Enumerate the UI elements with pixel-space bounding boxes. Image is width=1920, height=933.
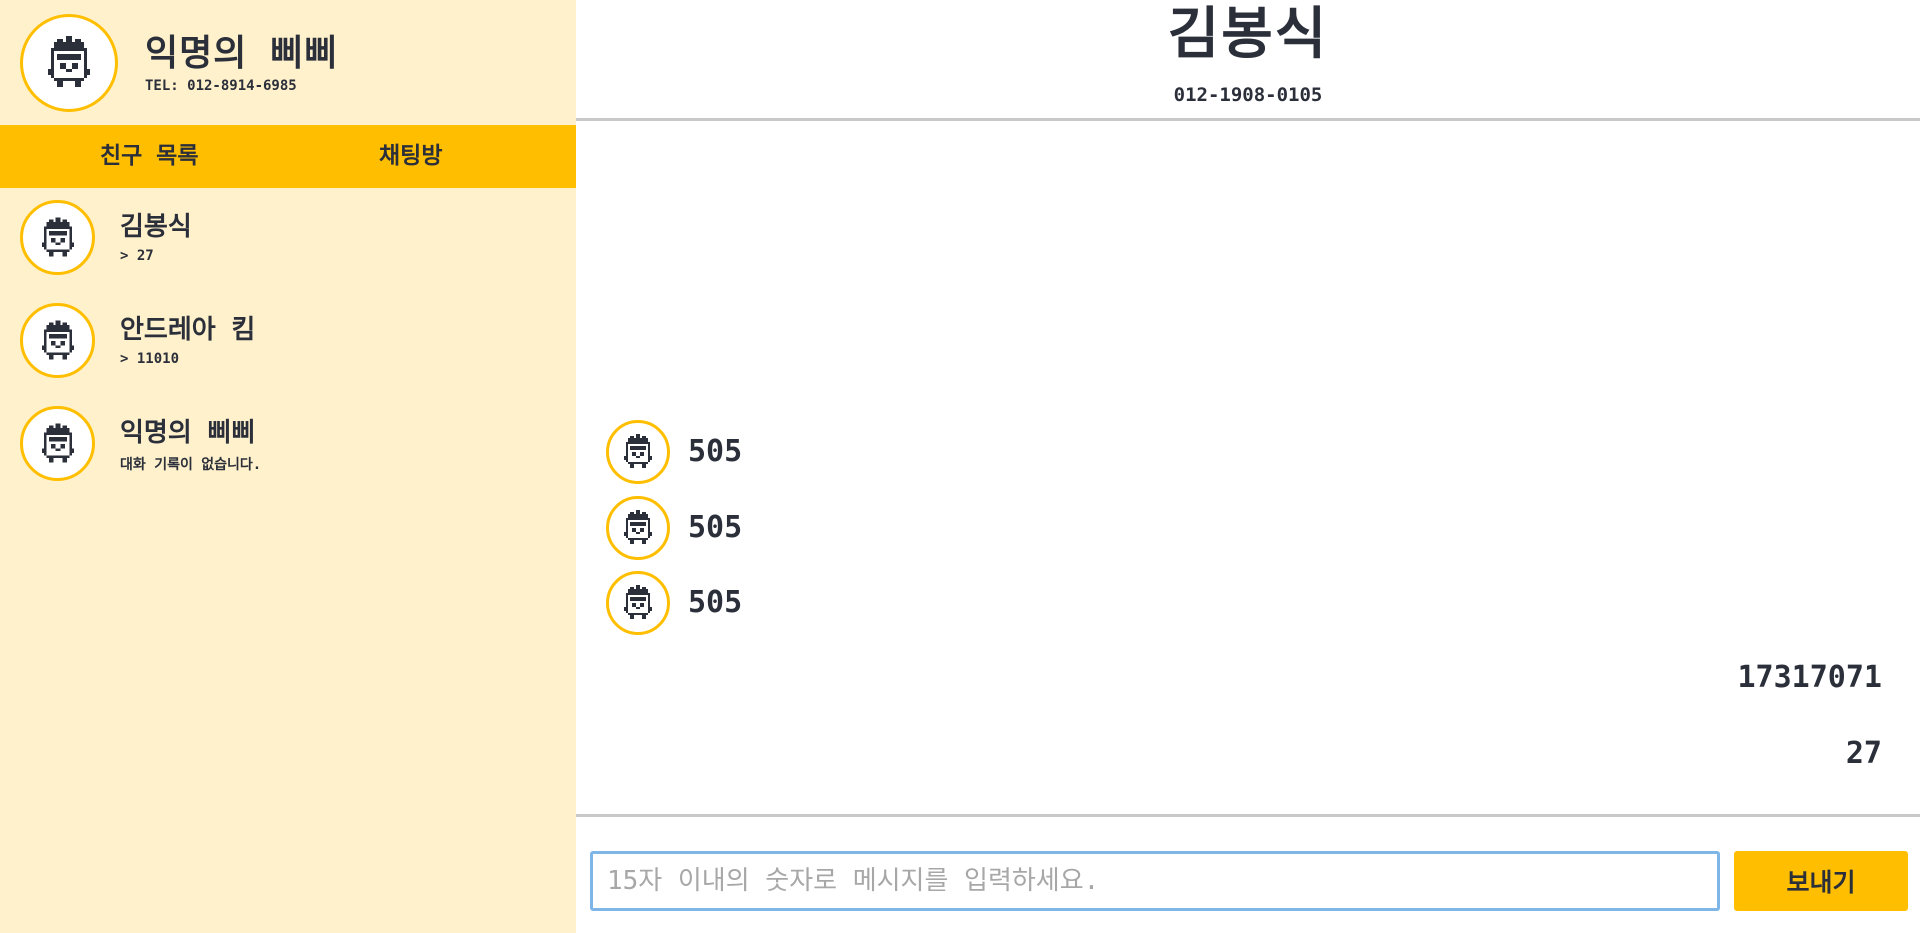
outgoing-message: 17317071 bbox=[1737, 660, 1883, 695]
my-avatar bbox=[20, 14, 118, 112]
message-composer: 보내기 bbox=[576, 814, 1920, 933]
message-input[interactable] bbox=[590, 851, 1720, 911]
pixel-robot-icon bbox=[624, 510, 652, 544]
pixel-robot-icon bbox=[41, 319, 74, 359]
pixel-robot-icon bbox=[41, 422, 74, 462]
sender-avatar bbox=[606, 420, 670, 484]
tab-chat-room[interactable]: 채팅방 bbox=[379, 125, 442, 188]
pixel-robot-icon bbox=[624, 434, 652, 468]
friend-item[interactable]: 김봉식 > 27 bbox=[0, 188, 576, 288]
chat-partner-name: 김봉식 bbox=[1167, 2, 1329, 67]
message-list[interactable]: 505 505 505 17317071 27 bbox=[576, 124, 1920, 814]
friend-last-message: > 11010 bbox=[120, 351, 180, 367]
message-text: 505 bbox=[688, 434, 743, 469]
message-text: 505 bbox=[688, 585, 743, 620]
message-text: 505 bbox=[688, 510, 743, 545]
outgoing-message: 27 bbox=[1845, 736, 1882, 771]
incoming-message: 505 bbox=[606, 571, 1206, 635]
friend-last-message: > 27 bbox=[120, 248, 154, 264]
my-profile: 익명의 삐삐 TEL: 012-8914-6985 bbox=[0, 0, 576, 125]
pixel-robot-icon bbox=[48, 36, 90, 87]
tab-bar: 친구 목록 채팅방 bbox=[0, 125, 576, 188]
tab-friend-list[interactable]: 친구 목록 bbox=[100, 125, 199, 188]
friend-item[interactable]: 익명의 삐삐 대화 기록이 없습니다. bbox=[0, 394, 576, 494]
friend-avatar bbox=[20, 406, 95, 481]
incoming-message: 505 bbox=[606, 420, 1206, 484]
sender-avatar bbox=[606, 571, 670, 635]
chat-panel: 김봉식 012-1908-0105 505 505 505 17317071 2… bbox=[576, 0, 1920, 933]
friend-name: 김봉식 bbox=[120, 212, 192, 242]
chat-partner-phone: 012-1908-0105 bbox=[1173, 84, 1323, 106]
friend-last-message: 대화 기록이 없습니다. bbox=[120, 457, 262, 473]
send-button[interactable]: 보내기 bbox=[1734, 851, 1908, 911]
incoming-message: 505 bbox=[606, 496, 1206, 560]
chat-header: 김봉식 012-1908-0105 bbox=[576, 0, 1920, 121]
pixel-robot-icon bbox=[624, 585, 652, 619]
friend-item[interactable]: 안드레아 킴 > 11010 bbox=[0, 291, 576, 391]
friend-name: 안드레아 킴 bbox=[120, 315, 256, 345]
friend-avatar bbox=[20, 200, 95, 275]
my-name: 익명의 삐삐 bbox=[145, 33, 339, 74]
sidebar: 익명의 삐삐 TEL: 012-8914-6985 친구 목록 채팅방 김봉식 … bbox=[0, 0, 576, 933]
sender-avatar bbox=[606, 496, 670, 560]
friend-name: 익명의 삐삐 bbox=[120, 418, 256, 448]
pixel-robot-icon bbox=[41, 216, 74, 256]
my-phone: TEL: 012-8914-6985 bbox=[145, 78, 297, 94]
friend-avatar bbox=[20, 303, 95, 378]
